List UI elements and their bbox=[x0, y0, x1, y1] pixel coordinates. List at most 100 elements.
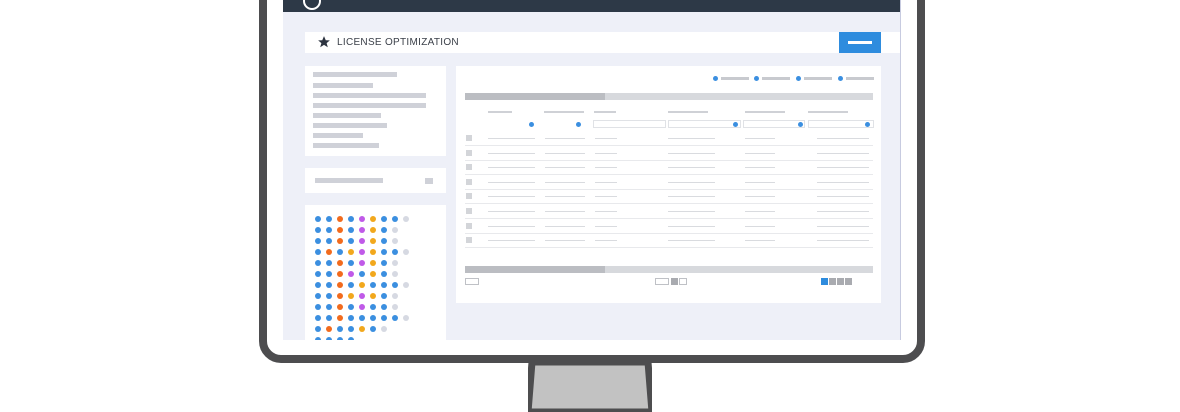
table-cell bbox=[545, 240, 585, 242]
row-checkbox[interactable] bbox=[466, 149, 472, 156]
row-divider bbox=[465, 203, 873, 205]
license-dot bbox=[348, 315, 354, 321]
column-filter-input[interactable] bbox=[668, 120, 741, 128]
legend-dot bbox=[754, 76, 759, 81]
page-button[interactable] bbox=[821, 278, 828, 285]
selector-label bbox=[315, 178, 383, 183]
table-cell bbox=[545, 196, 585, 198]
row-checkbox[interactable] bbox=[466, 237, 472, 244]
legend-dot bbox=[838, 76, 843, 81]
table-cell bbox=[488, 240, 535, 242]
column-filter-icon[interactable] bbox=[798, 122, 803, 127]
license-dot bbox=[348, 293, 354, 299]
license-dot bbox=[359, 326, 365, 332]
page-button[interactable] bbox=[845, 278, 852, 285]
table-cell bbox=[817, 152, 869, 154]
license-dot bbox=[359, 249, 365, 255]
header-action-button[interactable] bbox=[839, 32, 881, 53]
license-dot bbox=[337, 260, 343, 266]
table-cell bbox=[745, 138, 775, 139]
license-dot bbox=[381, 249, 387, 255]
table-tab-bar[interactable] bbox=[465, 93, 873, 100]
page-input[interactable] bbox=[655, 278, 669, 285]
table-cell bbox=[817, 138, 869, 139]
license-dot bbox=[348, 304, 354, 310]
row-checkbox[interactable] bbox=[466, 178, 472, 185]
filter-selector[interactable] bbox=[305, 168, 446, 193]
column-filter-input[interactable] bbox=[593, 120, 666, 128]
license-dot bbox=[370, 326, 376, 332]
license-dot bbox=[392, 271, 398, 277]
license-dot bbox=[315, 216, 321, 222]
license-dot bbox=[381, 315, 387, 321]
selector-toggle-icon[interactable] bbox=[425, 178, 433, 184]
column-filter-icon[interactable] bbox=[865, 122, 870, 127]
license-dot bbox=[381, 326, 387, 332]
table-scrollbar[interactable] bbox=[465, 266, 873, 273]
license-dot bbox=[315, 260, 321, 266]
column-header[interactable] bbox=[488, 111, 512, 113]
license-dot bbox=[392, 293, 398, 299]
license-dot bbox=[326, 304, 332, 310]
license-dot bbox=[326, 315, 332, 321]
license-table-panel bbox=[456, 66, 881, 303]
license-dot bbox=[315, 249, 321, 255]
license-dot bbox=[315, 315, 321, 321]
table-cell bbox=[595, 240, 617, 242]
table-cell bbox=[595, 152, 617, 154]
column-header[interactable] bbox=[668, 111, 708, 113]
table-cell bbox=[488, 138, 535, 139]
license-dot bbox=[403, 282, 409, 288]
license-dot bbox=[315, 282, 321, 288]
license-dot bbox=[370, 282, 376, 288]
row-checkbox[interactable] bbox=[466, 164, 472, 171]
table-tab-active[interactable] bbox=[465, 93, 605, 100]
table-cell bbox=[545, 152, 585, 154]
page-next-button[interactable] bbox=[679, 278, 687, 285]
column-header[interactable] bbox=[544, 111, 584, 113]
license-dot bbox=[392, 227, 398, 233]
table-cell bbox=[668, 240, 715, 242]
license-dot bbox=[326, 249, 332, 255]
row-checkbox[interactable] bbox=[466, 222, 472, 229]
license-dot bbox=[392, 315, 398, 321]
placeholder-line bbox=[313, 103, 426, 108]
column-filter-input[interactable] bbox=[743, 120, 805, 128]
column-header[interactable] bbox=[808, 111, 848, 113]
license-dot bbox=[381, 304, 387, 310]
table-cell bbox=[817, 181, 869, 183]
placeholder-line bbox=[313, 93, 426, 98]
column-header[interactable] bbox=[594, 111, 616, 113]
table-cell bbox=[595, 138, 617, 139]
license-dot bbox=[359, 304, 365, 310]
scrollbar-thumb[interactable] bbox=[465, 266, 605, 273]
table-cell bbox=[488, 196, 535, 198]
license-dot bbox=[326, 282, 332, 288]
page-button[interactable] bbox=[829, 278, 836, 285]
table-cell bbox=[488, 167, 535, 169]
column-filter-icon[interactable] bbox=[733, 122, 738, 127]
license-dot bbox=[337, 282, 343, 288]
license-dot bbox=[348, 326, 354, 332]
row-checkbox[interactable] bbox=[466, 135, 472, 141]
column-filter-icon[interactable] bbox=[576, 122, 581, 127]
row-checkbox[interactable] bbox=[466, 193, 472, 200]
table-cell bbox=[545, 138, 585, 139]
rows-per-page-select[interactable] bbox=[465, 278, 479, 285]
page-go-button[interactable] bbox=[671, 278, 678, 285]
page-button[interactable] bbox=[837, 278, 844, 285]
table-cell bbox=[595, 225, 617, 227]
license-dot bbox=[370, 293, 376, 299]
row-checkbox[interactable] bbox=[466, 208, 472, 214]
license-dot bbox=[392, 238, 398, 244]
table-cell bbox=[545, 225, 585, 227]
license-dot bbox=[337, 326, 343, 332]
license-dot bbox=[359, 293, 365, 299]
page-title: LICENSE OPTIMIZATION bbox=[337, 37, 459, 48]
table-cell bbox=[488, 152, 535, 154]
column-filter-icon[interactable] bbox=[529, 122, 534, 127]
table-cell bbox=[745, 181, 775, 183]
license-dot bbox=[348, 337, 354, 340]
column-header[interactable] bbox=[745, 111, 785, 113]
table-cell bbox=[668, 196, 715, 198]
